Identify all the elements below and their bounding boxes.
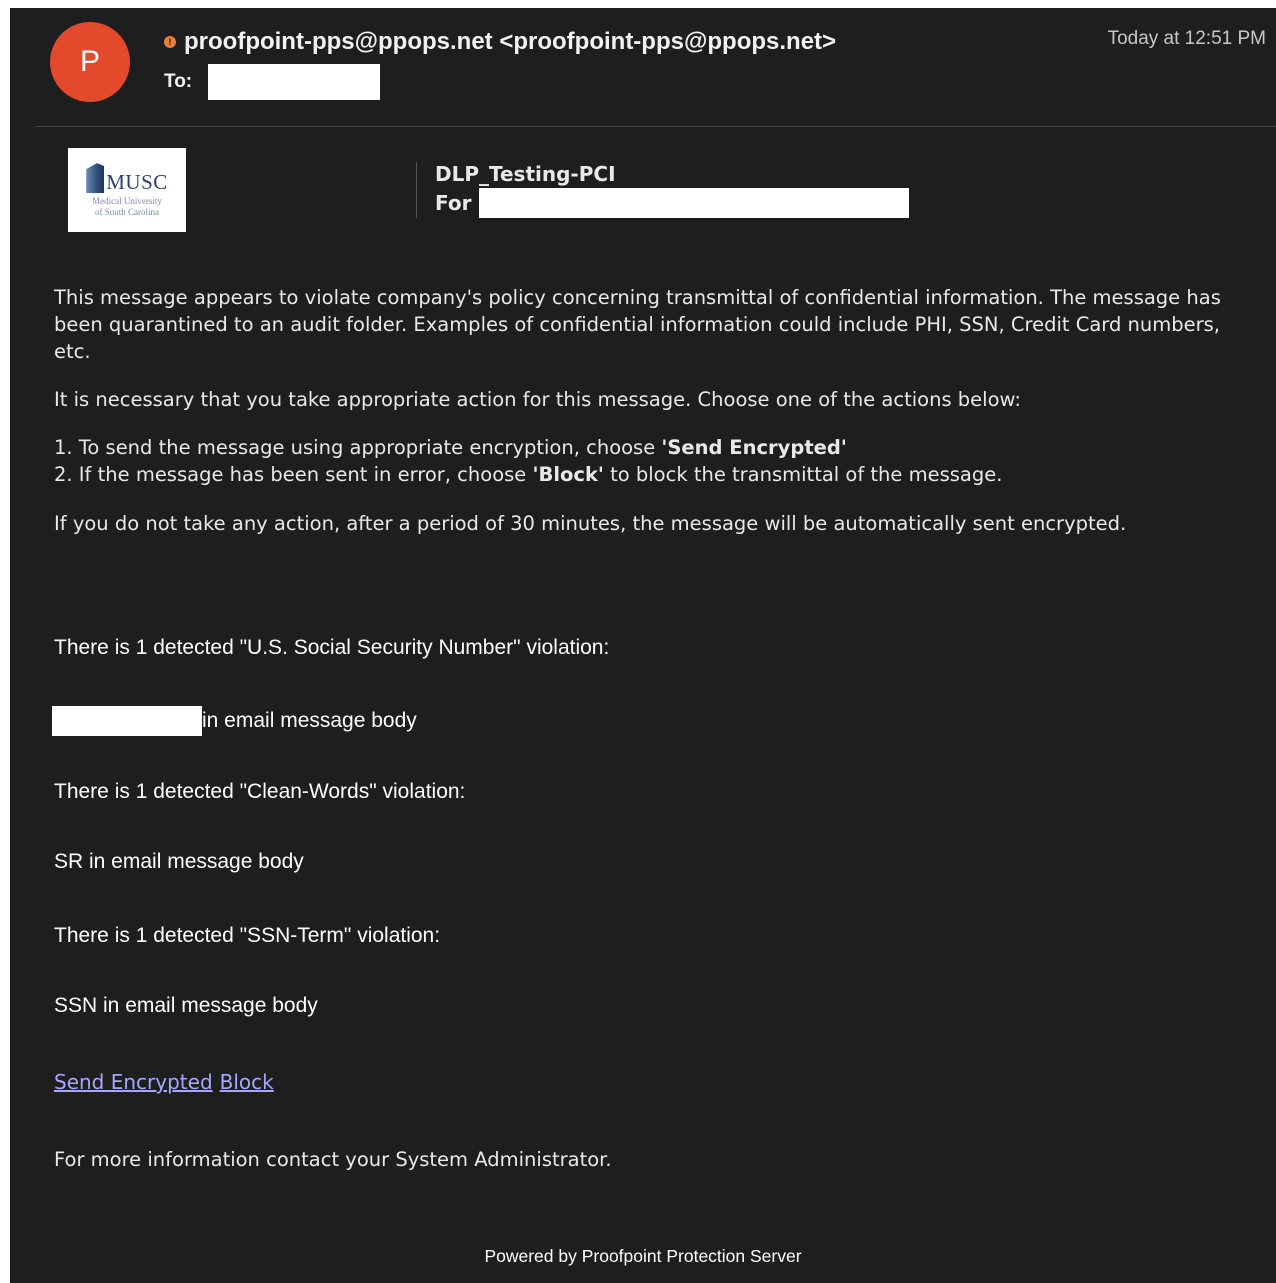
send-encrypted-link[interactable]: Send Encrypted — [54, 1070, 213, 1094]
auto-send-note: If you do not take any action, after a p… — [54, 512, 1127, 535]
email-viewer: P ! proofpoint-pps@ppops.net <proofpoint… — [10, 8, 1276, 1283]
building-icon — [86, 163, 105, 194]
policy-divider — [416, 162, 417, 218]
sender-address[interactable]: proofpoint-pps@ppops.net <proofpoint-pps… — [184, 28, 836, 56]
recipient-row: To: — [164, 64, 381, 100]
violation-3-title: There is 1 detected "SSN-Term" violation… — [54, 924, 441, 947]
violation-2-detail: SR in email message body — [54, 850, 304, 873]
header-divider — [36, 126, 1276, 127]
footer: Powered by Proofpoint Protection Server — [484, 1246, 802, 1266]
policy-for-row: For — [435, 188, 910, 218]
logo-sub-line2: of South Carolina — [94, 206, 159, 217]
redacted-recipient — [208, 64, 381, 100]
contact-note: For more information contact your System… — [54, 1148, 612, 1171]
option-1-text: 1. To send the message using appropriate… — [54, 436, 662, 459]
logo-name: MUSC — [106, 170, 168, 195]
priority-glyph: ! — [168, 37, 172, 47]
sender-avatar: P — [50, 22, 130, 102]
to-label: To: — [164, 71, 193, 92]
option-2-suffix: to block the transmittal of the message. — [603, 463, 1003, 486]
violation-1-detail: in email message body — [52, 706, 417, 736]
avatar-initial: P — [79, 45, 100, 78]
policy-name: DLP_Testing-PCI — [435, 162, 616, 186]
musc-logo: MUSC Medical University of South Carolin… — [68, 148, 186, 232]
sender-row: ! proofpoint-pps@ppops.net <proofpoint-p… — [164, 28, 836, 56]
policy-for-label: For — [435, 191, 472, 215]
intro-paragraph: This message appears to violate company'… — [54, 286, 1221, 363]
option-2-keyword: 'Block' — [532, 463, 604, 486]
option-1-keyword: 'Send Encrypted' — [661, 436, 847, 459]
option-1: 1. To send the message using appropriate… — [54, 434, 1254, 461]
action-instruction: It is necessary that you take appropriat… — [54, 388, 1021, 411]
violation-1-title: There is 1 detected "U.S. Social Securit… — [54, 636, 610, 659]
priority-icon: ! — [164, 36, 176, 48]
action-links: Send Encrypted Block — [54, 1070, 281, 1094]
violation-1-detail-text: in email message body — [202, 709, 417, 732]
option-2-text: 2. If the message has been sent in error… — [54, 463, 533, 486]
logo-top: MUSC — [86, 163, 168, 195]
redacted-for-value — [479, 188, 910, 218]
logo-sub-line1: Medical University — [92, 196, 162, 207]
redacted-ssn — [52, 706, 202, 736]
message-timestamp: Today at 12:51 PM — [1107, 28, 1266, 49]
logo-subtitle: Medical University of South Carolina — [92, 196, 162, 217]
block-link[interactable]: Block — [220, 1070, 274, 1094]
violation-2-title: There is 1 detected "Clean-Words" violat… — [54, 780, 466, 803]
option-2: 2. If the message has been sent in error… — [54, 461, 1254, 488]
violation-3-detail: SSN in email message body — [54, 994, 318, 1017]
action-options: 1. To send the message using appropriate… — [54, 434, 1254, 488]
